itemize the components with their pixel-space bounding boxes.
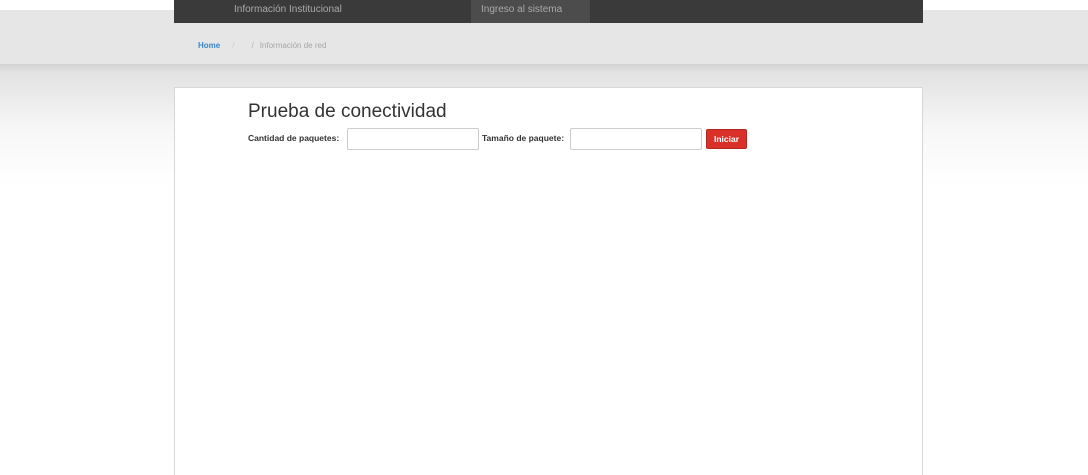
breadcrumb-current-page: Información de red <box>259 41 327 50</box>
packet-count-input[interactable] <box>347 128 479 150</box>
main-navigation-bar: Información Institucional Ingreso al sis… <box>174 0 923 23</box>
connectivity-test-form: Cantidad de paquetes: Tamaño de paquete:… <box>248 128 768 152</box>
nav-bar-empty-area <box>590 0 923 23</box>
nav-item-label: Información Institucional <box>234 4 342 15</box>
breadcrumb-home-link[interactable]: Home <box>198 41 220 50</box>
breadcrumb-separator: / <box>232 41 235 50</box>
page-title: Prueba de conectividad <box>248 101 447 122</box>
packet-size-label: Tamaño de paquete: <box>482 133 565 143</box>
breadcrumb-separator: / <box>251 41 254 50</box>
breadcrumb: Home / / Información de red <box>198 41 326 50</box>
start-button[interactable]: Iniciar <box>706 129 747 149</box>
packet-count-label: Cantidad de paquetes: <box>248 133 340 143</box>
content-panel: Prueba de conectividad Cantidad de paque… <box>174 87 923 475</box>
nav-item-label: Ingreso al sistema <box>481 4 563 15</box>
nav-item-informacion-institucional[interactable]: Información Institucional <box>174 0 470 23</box>
packet-size-input[interactable] <box>570 128 702 150</box>
nav-item-ingreso-al-sistema[interactable]: Ingreso al sistema <box>471 0 590 23</box>
